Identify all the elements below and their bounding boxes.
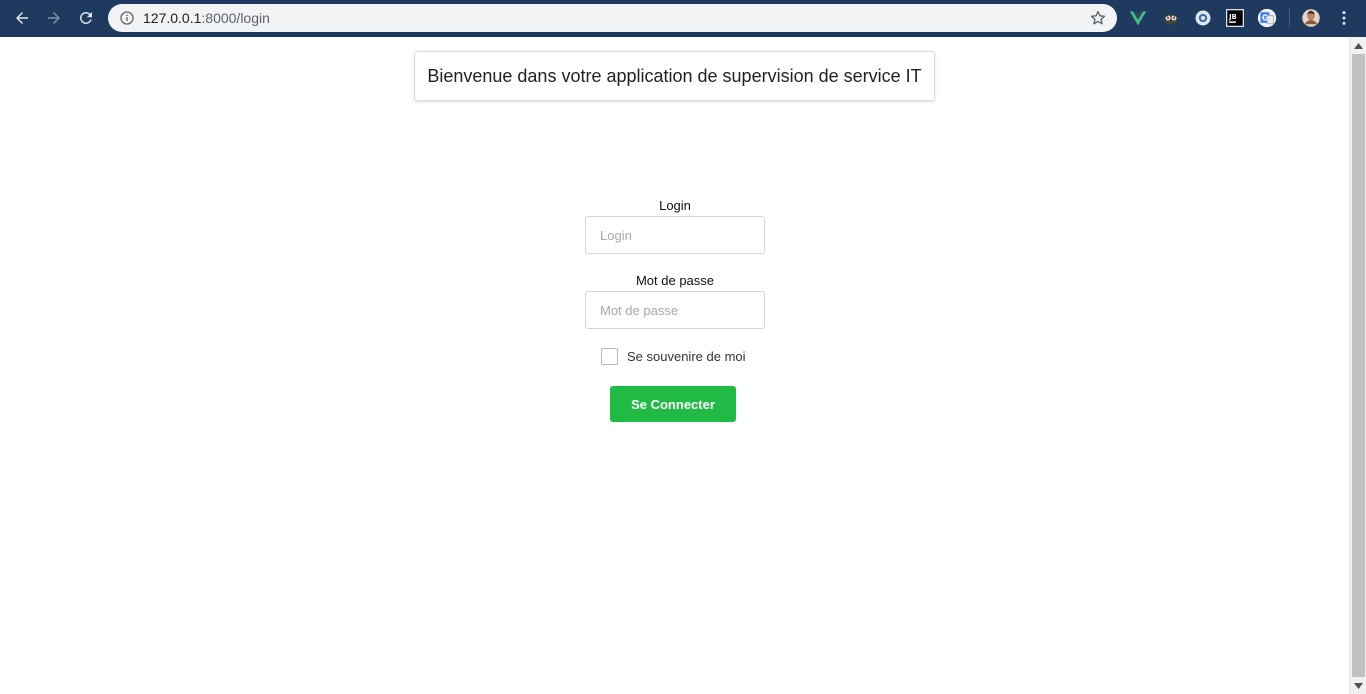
login-submit-button[interactable]: Se Connecter [610,386,736,422]
svg-text:JB: JB [1228,13,1237,21]
extension-circle-icon [1195,10,1211,26]
url-text: 127.0.0.1:8000/login [143,10,270,26]
scroll-down-arrow[interactable] [1350,677,1366,694]
url-host: 127.0.0.1 [143,10,202,26]
forward-icon [48,12,60,24]
address-bar[interactable]: 127.0.0.1:8000/login [108,4,1117,32]
password-label: Mot de passe [635,273,715,288]
welcome-header: Bienvenue dans votre application de supe… [414,51,935,101]
page-scrollbar[interactable] [1349,37,1366,694]
url-path: :8000/login [201,10,270,26]
remember-me-label[interactable]: Se souvenire de moi [627,349,746,364]
scroll-down-icon [1354,682,1363,689]
remember-me-checkbox[interactable] [601,348,618,365]
login-input[interactable] [585,216,765,254]
browser-toolbar: 127.0.0.1:8000/login JB G [0,0,1366,37]
extension-owl-icon [1163,13,1179,25]
vue-devtools-icon [1129,11,1147,26]
back-button[interactable] [9,6,35,30]
profile-avatar-icon [1302,9,1320,27]
login-form: Login Mot de passe [585,196,765,329]
menu-dots-icon [1342,11,1346,25]
reload-button[interactable] [73,6,99,30]
jetbrains-icon: JB [1226,9,1244,27]
toolbar-separator [1289,9,1290,27]
vue-devtools-extension[interactable] [1128,8,1148,28]
forward-button[interactable] [41,6,67,30]
info-icon[interactable] [119,10,135,26]
scroll-up-icon [1354,42,1363,49]
scroll-up-arrow[interactable] [1350,37,1366,54]
browser-menu-button[interactable] [1334,8,1354,28]
profile-avatar[interactable] [1301,8,1321,28]
login-label: Login [659,198,691,213]
remember-me[interactable]: Se souvenire de moi [601,348,746,365]
google-translate-extension[interactable]: G [1257,8,1277,28]
google-translate-icon: G [1257,8,1277,28]
password-input[interactable] [585,291,765,329]
owl-extension[interactable] [1161,8,1181,28]
reload-icon [79,11,92,24]
circle-extension[interactable] [1193,8,1213,28]
scroll-thumb[interactable] [1352,54,1365,677]
bookmark-star-icon[interactable] [1089,9,1107,27]
back-icon [16,12,28,24]
page-title: Bienvenue dans votre application de supe… [427,65,922,86]
jetbrains-extension[interactable]: JB [1225,8,1245,28]
